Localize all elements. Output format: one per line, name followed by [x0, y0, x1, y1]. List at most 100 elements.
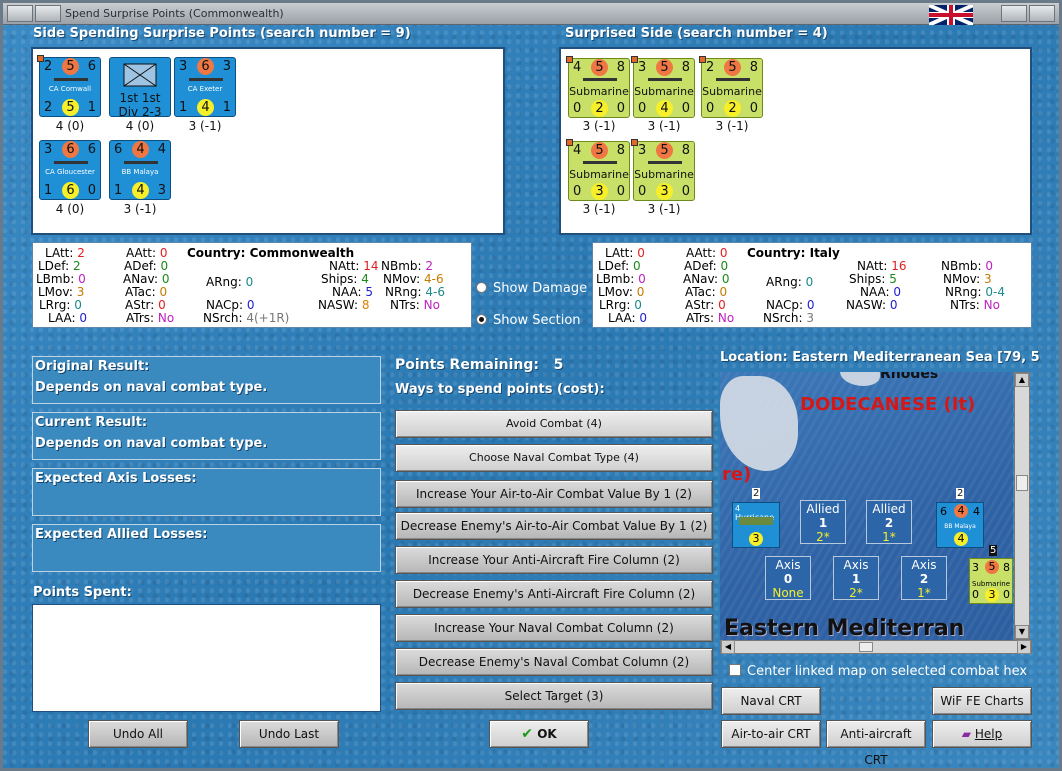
show-section-option[interactable]: Show Section	[476, 313, 581, 328]
map-horizontal-scrollbar[interactable]: ◀ ▶	[720, 640, 1032, 654]
unit-label: 4 (0)	[55, 202, 85, 216]
unit-counter[interactable]: 358 Submarine 030	[631, 139, 695, 201]
stat-lmov: LMov: 3	[38, 285, 85, 299]
stat-atac: ATac: 0	[125, 285, 168, 299]
stat-nmov: NMov: 4-6	[383, 272, 444, 286]
unit-label: 3 (-1)	[123, 202, 157, 216]
stack-count: 5	[989, 545, 998, 556]
minimize-button[interactable]	[35, 5, 61, 22]
ways-to-spend-label: Ways to spend points (cost):	[395, 382, 605, 397]
ok-button[interactable]: ✔ OK	[489, 720, 589, 748]
submarine-counter[interactable]: 3 5 8 Submarine 0 3 0	[969, 558, 1013, 604]
anti-aircraft-crt-button[interactable]: Anti-aircraft CRT	[826, 720, 926, 767]
stat-adef: ADef: 0	[684, 259, 729, 273]
stat-ntrs: NTrs: No	[390, 298, 440, 312]
stack-count: 2	[752, 488, 761, 499]
stat-arng: ARng: 0	[206, 275, 254, 289]
scroll-thumb	[1016, 475, 1028, 491]
air-to-air-crt-button[interactable]: Air-to-air CRT	[721, 720, 821, 748]
checkbox-icon	[729, 664, 741, 676]
decrease-enemy-anti-aircraft-button[interactable]: Decrease Enemy's Anti-Aircraft Fire Colu…	[395, 580, 713, 608]
unit-counter[interactable]: 358 Submarine 040	[631, 56, 695, 118]
stat-naa: NAA: 5	[332, 285, 374, 299]
points-spent-list[interactable]	[32, 604, 381, 712]
close-button[interactable]	[1029, 5, 1055, 22]
unit-counter[interactable]: 363 CA Exeter 141	[174, 57, 236, 117]
original-result-box: Original Result: Depends on naval combat …	[32, 356, 381, 404]
current-result-box: Current Result: Depends on naval combat t…	[32, 412, 381, 460]
uk-flag-icon	[929, 5, 973, 25]
stat-anav: ANav: 0	[683, 272, 730, 286]
window-title: Spend Surprise Points (Commonwealth)	[65, 7, 284, 20]
unit-label: 3 (-1)	[188, 119, 222, 133]
center-map-option[interactable]: Center linked map on selected combat hex	[729, 664, 1027, 679]
stat-nacp: NACp: 0	[206, 298, 255, 312]
help-button[interactable]: ▰ Help	[932, 720, 1032, 748]
scroll-left-icon: ◀	[721, 640, 735, 654]
points-remaining-label: Points Remaining: 5	[395, 357, 564, 373]
stat-ships: Ships: 4	[321, 272, 369, 286]
stat-aatt: AAtt: 0	[686, 246, 728, 260]
map-vertical-scrollbar[interactable]: ▲ ▼	[1014, 372, 1030, 640]
allied-losses-box: Expected Allied Losses:	[32, 524, 381, 572]
scroll-thumb	[859, 642, 873, 652]
avoid-combat-button[interactable]: Avoid Combat (4)	[395, 410, 713, 438]
aircraft-icon	[739, 517, 773, 525]
unit-counter[interactable]: 258 Submarine 020	[699, 56, 763, 118]
stat-atac: ATac: 0	[685, 285, 728, 299]
axis-box-0: Axis 0 None	[765, 556, 811, 600]
stat-lrrg: LRrg: 0	[599, 298, 642, 312]
malaya-counter[interactable]: 6 4 4 BB Malaya 4	[936, 502, 984, 548]
stat-nrng: NRng: 4-6	[385, 285, 446, 299]
spending-side-header: Side Spending Surprise Points (search nu…	[33, 26, 411, 41]
stat-nsrch: NSrch: 4(+1R)	[203, 311, 290, 325]
increase-anti-aircraft-button[interactable]: Increase Your Anti-Aircraft Fire Column …	[395, 546, 713, 574]
stat-lrrg: LRrg: 0	[39, 298, 82, 312]
naval-crt-button[interactable]: Naval CRT	[721, 687, 821, 715]
show-damage-option[interactable]: Show Damage	[476, 281, 587, 296]
maximize-button[interactable]	[1001, 5, 1027, 22]
select-target-button[interactable]: Select Target (3)	[395, 682, 713, 710]
unit-counter[interactable]: 366 CA Gloucester 160	[39, 140, 101, 200]
stat-nbmb: NBmb: 0	[941, 259, 994, 273]
unit-label: 3 (-1)	[647, 119, 681, 133]
hurricane-counter[interactable]: 4 Hurricane 3	[732, 502, 780, 548]
unit-label: 4 (0)	[125, 119, 155, 133]
stat-ships: Ships: 5	[849, 272, 897, 286]
undo-all-button[interactable]: Undo All	[88, 720, 188, 748]
unit-label: 3 (-1)	[647, 202, 681, 216]
increase-naval-combat-button[interactable]: Increase Your Naval Combat Column (2)	[395, 614, 713, 642]
unit-counter[interactable]: 458 Submarine 030	[566, 139, 630, 201]
stat-astr: AStr: 0	[685, 298, 726, 312]
country-name: Country: Italy	[747, 246, 840, 260]
checkmark-icon: ✔	[521, 726, 534, 742]
choose-naval-combat-type-button[interactable]: Choose Naval Combat Type (4)	[395, 444, 713, 472]
wif-charts-button[interactable]: WiF FE Charts	[932, 687, 1032, 715]
stat-ntrs: NTrs: No	[950, 298, 1000, 312]
decrease-enemy-air-to-air-button[interactable]: Decrease Enemy's Air-to-Air Combat Value…	[395, 512, 713, 540]
unit-counter[interactable]: 458 Submarine 020	[566, 56, 630, 118]
stat-naa: NAA: 0	[860, 285, 902, 299]
stat-latt: LAtt: 0	[605, 246, 645, 260]
location-label: Location: Eastern Mediterranean Sea [79,…	[720, 350, 1040, 365]
country-name: Country: Commonwealth	[187, 246, 355, 260]
unit-counter[interactable]: 644 BB Malaya 143	[109, 140, 171, 200]
decrease-enemy-naval-combat-button[interactable]: Decrease Enemy's Naval Combat Column (2)	[395, 648, 713, 676]
commonwealth-stats-panel: LAtt: 2 LDef: 2 LBmb: 0 LMov: 3 LRrg: 0 …	[32, 242, 472, 328]
stat-natt: NAtt: 16	[857, 259, 907, 273]
undo-last-button[interactable]: Undo Last	[239, 720, 339, 748]
rhodes-label: Rhodes	[880, 372, 939, 382]
stat-aatt: AAtt: 0	[126, 246, 168, 260]
title-bar: Spend Surprise Points (Commonwealth)	[3, 3, 1059, 25]
region-label: re)	[722, 464, 752, 485]
system-menu-button[interactable]	[7, 5, 33, 22]
unit-counter[interactable]: 256 CA Cornwall 251	[37, 55, 101, 117]
axis-box-2: Axis 2 1*	[901, 556, 947, 600]
stat-nmov: NMov: 3	[943, 272, 992, 286]
stat-ldef: LDef: 0	[598, 259, 641, 273]
increase-air-to-air-button[interactable]: Increase Your Air-to-Air Combat Value By…	[395, 480, 713, 508]
unit-counter[interactable]: 1st 1st Div 2-3	[109, 57, 171, 119]
linked-map[interactable]: Rhodes DODECANESE (It) re) 4 Hurricane 3…	[720, 372, 1013, 640]
dodecanese-label: DODECANESE (It)	[800, 394, 976, 415]
stat-nasw: NASW: 8	[318, 298, 370, 312]
